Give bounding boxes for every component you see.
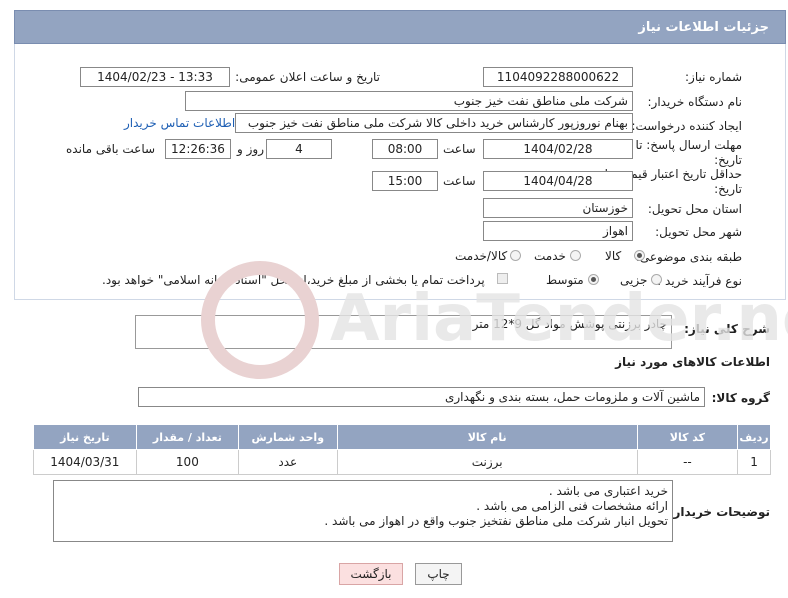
buyer-note-line: خرید اعتباری می باشد . [548, 484, 668, 498]
deadline-label: مهلت ارسال پاسخ: تا تاریخ: [635, 138, 742, 167]
goods-group-label: گروه کالا: [711, 391, 770, 405]
cell-need-date: 1404/03/31 [33, 449, 137, 475]
process-label: نوع فرآیند خرید : [657, 274, 742, 288]
city-field: اهواز [483, 221, 633, 241]
back-button[interactable]: بازگشت [339, 563, 403, 585]
category-radio-both[interactable] [510, 250, 521, 261]
city-label: شهر محل تحویل: [655, 225, 742, 239]
col-unit: واحد شمارش [238, 424, 338, 450]
treasury-payment-checkbox[interactable] [497, 273, 508, 284]
need-number-label: شماره نیاز: [685, 70, 742, 84]
province-field: خوزستان [483, 198, 633, 218]
creator-label: ایجاد کننده درخواست: [631, 119, 742, 133]
table-header-row: ردیف کد کالا نام کالا واحد شمارش تعداد /… [33, 424, 771, 450]
buyer-org-label: نام دستگاه خریدار: [647, 95, 743, 109]
buyer-notes-label: توضیحات خریدار: [668, 505, 770, 519]
process-medium-label: متوسط [546, 273, 584, 287]
process-radio-minor[interactable] [651, 274, 662, 285]
treasury-payment-note: پرداخت تمام یا بخشی از مبلغ خرید،از محل … [102, 273, 485, 287]
category-both-label: کالا/خدمت [455, 249, 508, 263]
deadline-date-field: 1404/02/28 [483, 139, 633, 159]
print-button[interactable]: چاپ [415, 563, 462, 585]
days-field: 4 [266, 139, 332, 159]
category-goods-label: کالا [605, 249, 622, 263]
province-label: استان محل تحویل: [647, 202, 742, 216]
col-row: ردیف [737, 424, 771, 450]
col-code: کد کالا [636, 424, 739, 450]
panel-header: جزئیات اطلاعات نیاز [14, 10, 786, 44]
cell-row: 1 [737, 449, 771, 475]
category-label: طبقه بندی موضوعی: [635, 250, 742, 264]
cell-unit: عدد [238, 449, 338, 475]
cell-code: -- [636, 449, 739, 475]
contact-buyer-link[interactable]: اطلاعات تماس خریدار [124, 116, 235, 130]
category-radio-goods[interactable] [634, 250, 645, 261]
buyer-note-line: ارائه مشخصات فنی الزامی می باشد . [476, 499, 668, 513]
deadline-time-label: ساعت [443, 142, 476, 156]
col-name: نام کالا [336, 424, 638, 450]
goods-section-title: اطلاعات کالاهای مورد نیاز [615, 355, 770, 369]
page-title: جزئیات اطلاعات نیاز [638, 20, 769, 35]
remaining-time-field: 12:26:36 [165, 139, 231, 159]
announce-field: 1404/02/23 - 13:33 [80, 67, 230, 87]
validity-time-label: ساعت [443, 174, 476, 188]
deadline-time-field: 08:00 [372, 139, 438, 159]
category-radio-service[interactable] [570, 250, 581, 261]
goods-table: ردیف کد کالا نام کالا واحد شمارش تعداد /… [33, 424, 771, 475]
creator-field: بهنام نوروزپور کارشناس خرید داخلی کالا ش… [235, 113, 633, 133]
remaining-label: ساعت باقی مانده [66, 142, 156, 156]
process-minor-label: جزیی [620, 273, 648, 287]
cell-name: برزنت [336, 449, 638, 475]
validity-time-field: 15:00 [372, 171, 438, 191]
process-radio-medium[interactable] [588, 274, 599, 285]
days-label: روز و [237, 142, 264, 156]
summary-textarea[interactable]: چادر برزنتی پوشش مواد گل 9*12 متر [135, 315, 672, 349]
announce-label: تاریخ و ساعت اعلان عمومی: [235, 70, 380, 84]
summary-label: شرح کلی نیاز: [684, 322, 770, 336]
need-number-field: 1104092288000622 [483, 67, 633, 87]
buyer-org-field: شرکت ملی مناطق نفت خیز جنوب [185, 91, 633, 111]
cell-quantity: 100 [135, 449, 240, 475]
buyer-notes-textarea[interactable]: خرید اعتباری می باشد . ارائه مشخصات فنی … [53, 480, 673, 542]
category-service-label: خدمت [534, 249, 566, 263]
table-row: 1 -- برزنت عدد 100 1404/03/31 [33, 449, 771, 475]
col-quantity: تعداد / مقدار [135, 424, 240, 450]
col-need-date: تاریخ نیاز [33, 424, 137, 450]
validity-date-field: 1404/04/28 [483, 171, 633, 191]
buyer-note-line: تحویل انبار شرکت ملی مناطق نفتخیز جنوب و… [324, 514, 668, 528]
goods-group-field: ماشین آلات و ملزومات حمل، بسته بندی و نگ… [138, 387, 705, 407]
